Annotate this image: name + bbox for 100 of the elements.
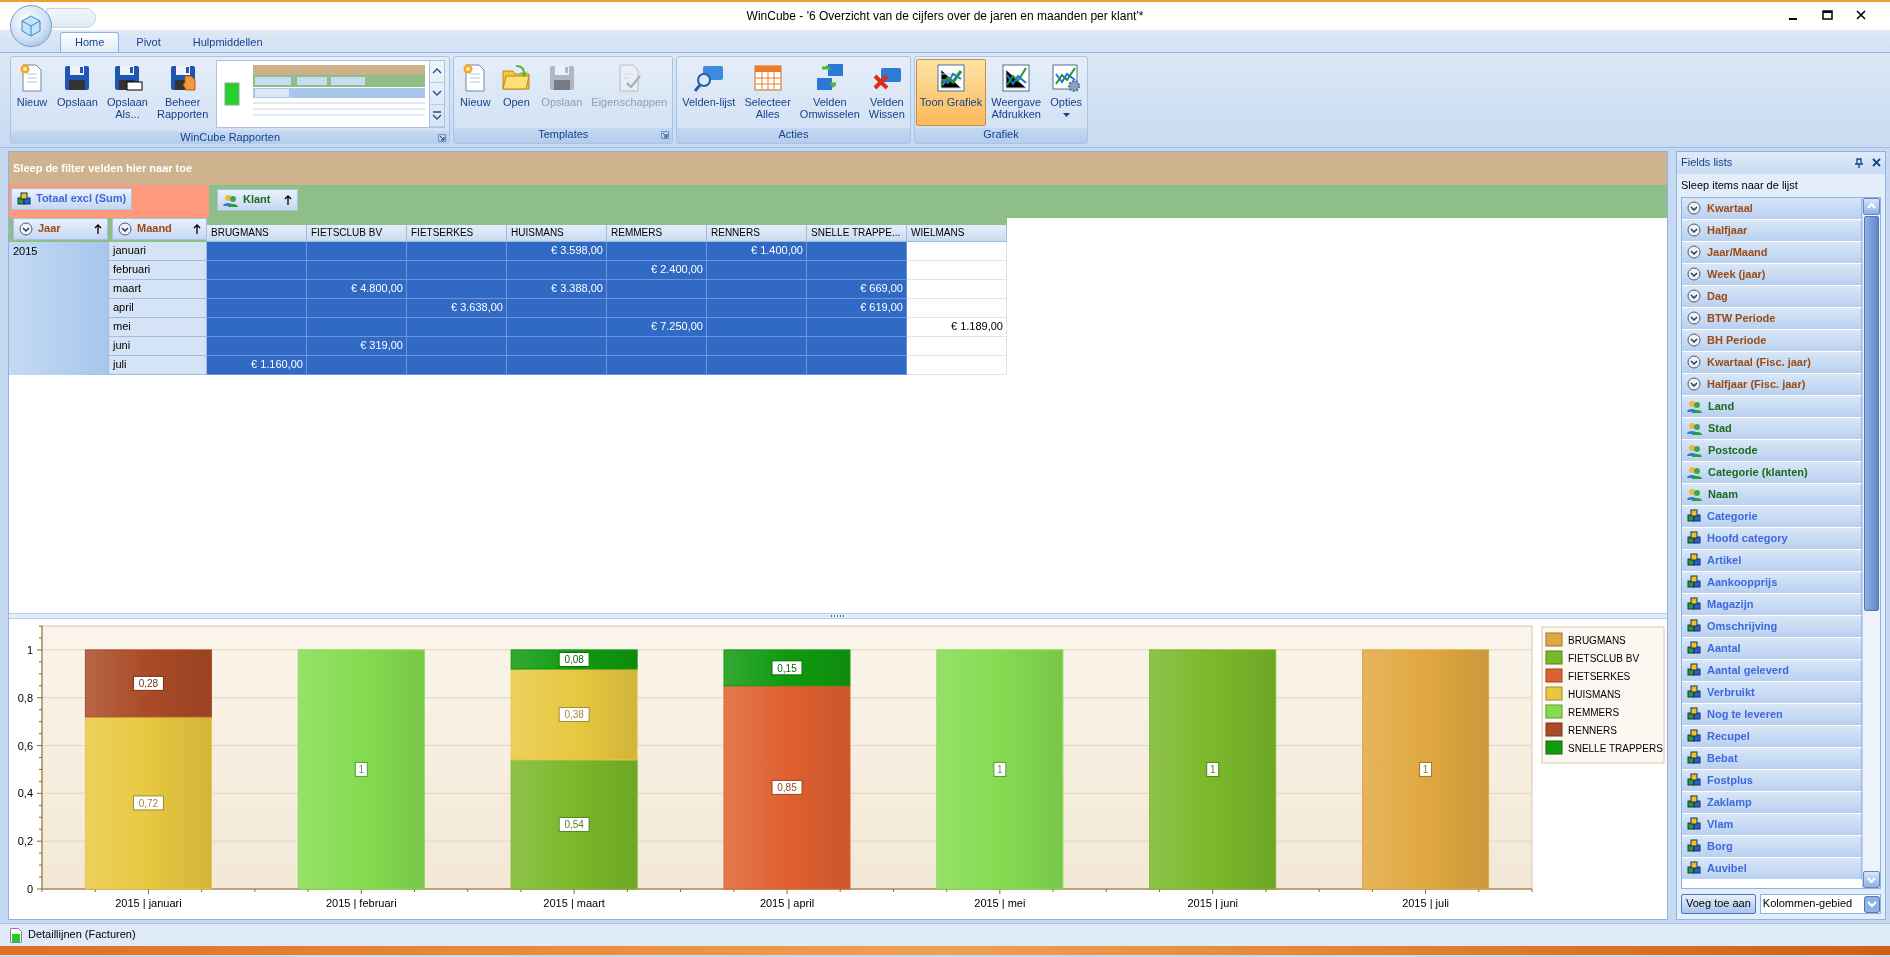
chevron-circle-icon [1687, 377, 1701, 392]
field-item[interactable]: BTW Periode [1682, 307, 1862, 330]
field-item[interactable]: Land [1682, 395, 1862, 418]
cubes-icon [1687, 619, 1701, 634]
ribbon-button[interactable]: Velden-lijst [678, 59, 740, 126]
field-item[interactable]: Categorie [1682, 505, 1862, 528]
field-item[interactable]: Stad [1682, 417, 1862, 440]
ribbon-button[interactable]: Opties [1046, 59, 1087, 126]
field-item[interactable]: Vlam [1682, 813, 1862, 836]
field-button[interactable]: Jaar [13, 218, 108, 240]
column-header[interactable]: SNELLE TRAPPE... [807, 225, 907, 242]
field-item[interactable]: Fostplus [1682, 769, 1862, 792]
field-item[interactable]: Aankoopprijs [1682, 571, 1862, 594]
caret-down-icon [1867, 876, 1876, 883]
scroll-down-button[interactable] [1863, 871, 1880, 888]
row-header[interactable]: april [109, 299, 207, 318]
column-header[interactable]: FIETSERKES [407, 225, 507, 242]
data-label: 1 [354, 761, 368, 777]
field-item[interactable]: Naam [1682, 483, 1862, 506]
ribbon-tab[interactable]: Home [60, 31, 120, 52]
ribbon-button[interactable]: Nieuw [455, 59, 496, 126]
scroll-up-button[interactable] [1863, 197, 1880, 215]
field-item[interactable]: Halfjaar (Fisc. jaar) [1682, 373, 1862, 396]
field-item[interactable]: Halfjaar [1682, 219, 1862, 242]
cubes-icon [1687, 531, 1701, 546]
field-item[interactable]: Week (jaar) [1682, 263, 1862, 286]
ribbon-button[interactable]: Nieuw [12, 59, 52, 129]
legend-label: FIETSERKES [1568, 671, 1631, 682]
cubes-icon [1687, 553, 1701, 568]
field-item[interactable]: Magazijn [1682, 593, 1862, 616]
maximize-icon [1821, 10, 1833, 20]
ribbon-button[interactable]: Velden Wissen [864, 59, 909, 126]
scroll-thumb[interactable] [1864, 215, 1879, 611]
category-label: 2015 | februari [325, 897, 397, 909]
chevron-circle-icon [1687, 333, 1701, 348]
row-header[interactable]: maart [109, 280, 207, 299]
people-icon [1687, 421, 1702, 435]
ribbon-button[interactable]: Weergave Afdrukken [987, 59, 1046, 126]
category-label: 2015 | april [759, 897, 815, 909]
ribbon-button[interactable]: Opslaan [53, 59, 102, 129]
field-item[interactable]: Aantal [1682, 637, 1862, 660]
column-header[interactable]: HUISMANS [507, 225, 607, 242]
column-header[interactable]: RENNERS [707, 225, 807, 242]
ribbon-tab[interactable]: Hulpmiddellen [177, 31, 278, 52]
table-cell: € 1.400,00 [707, 242, 807, 261]
add-to-button[interactable]: Voeg toe aan [1681, 894, 1756, 914]
row-header[interactable]: 2015 [9, 242, 109, 375]
target-dropdown[interactable]: Kolommen-gebied [1759, 894, 1881, 914]
cubes-icon [1687, 685, 1701, 700]
ribbon-button[interactable]: Open [496, 59, 537, 126]
field-item[interactable]: Zaklamp [1682, 791, 1862, 814]
ribbon-button[interactable]: Velden Omwisselen [795, 59, 864, 126]
cubes-icon [1687, 707, 1701, 722]
field-button[interactable]: Maand [112, 218, 207, 240]
column-header[interactable]: WIELMANS [907, 225, 1007, 242]
chevron-circle-icon [1687, 201, 1701, 216]
field-item[interactable]: Borg [1682, 835, 1862, 858]
field-item[interactable]: Kwartaal (Fisc. jaar) [1682, 351, 1862, 374]
category-label: 2015 | maart [543, 897, 605, 909]
row-header[interactable]: januari [109, 242, 207, 261]
column-header[interactable]: REMMERS [607, 225, 707, 242]
launcher-icon[interactable] [661, 131, 670, 139]
sort-arrow-icon [283, 195, 292, 205]
field-item[interactable]: Artikel [1682, 549, 1862, 572]
ribbon-button[interactable]: Opslaan Als... [103, 59, 152, 129]
field-item[interactable]: Kwartaal [1682, 197, 1862, 220]
calendar-grid-icon [751, 62, 784, 94]
group-label: Acties [778, 128, 809, 140]
field-button[interactable]: Totaal excl (Sum) [11, 188, 133, 210]
launcher-icon[interactable] [438, 134, 447, 142]
ribbon-button[interactable]: Beheer Rapporten [152, 59, 213, 129]
field-item[interactable]: Hoofd category [1682, 527, 1862, 550]
row-header[interactable]: februari [109, 261, 207, 280]
field-item[interactable]: Categorie (klanten) [1682, 461, 1862, 484]
row-header[interactable]: juli [109, 356, 207, 375]
ribbon-button[interactable]: Toon Grafiek [915, 59, 987, 126]
column-header[interactable]: BRUGMANS [207, 225, 307, 242]
field-item[interactable]: Auvibel [1682, 857, 1862, 880]
legend-label: REMMERS [1568, 707, 1620, 718]
minimize-icon [1789, 17, 1797, 20]
row-header[interactable]: mei [109, 318, 207, 337]
field-item[interactable]: Dag [1682, 285, 1862, 308]
data-label: 0,38 [564, 709, 585, 721]
close-icon[interactable] [1872, 158, 1881, 168]
field-button[interactable]: Klant [217, 189, 298, 211]
row-header[interactable]: juni [109, 337, 207, 356]
column-header[interactable]: FIETSCLUB BV [307, 225, 407, 242]
field-item[interactable]: Recupel [1682, 725, 1862, 748]
field-item[interactable]: BH Periode [1682, 329, 1862, 352]
field-item[interactable]: Aantal geleverd [1682, 659, 1862, 682]
ribbon-tab[interactable]: Pivot [121, 31, 176, 52]
ribbon-button[interactable]: Selecteer Alles [740, 59, 795, 126]
document-icon [10, 927, 22, 943]
field-item[interactable]: Omschrijving [1682, 615, 1862, 638]
field-item[interactable]: Postcode [1682, 439, 1862, 462]
field-item[interactable]: Nog te leveren [1682, 703, 1862, 726]
pin-icon[interactable] [1854, 157, 1864, 168]
field-item[interactable]: Bebat [1682, 747, 1862, 770]
field-item[interactable]: Verbruikt [1682, 681, 1862, 704]
field-item[interactable]: Jaar/Maand [1682, 241, 1862, 264]
